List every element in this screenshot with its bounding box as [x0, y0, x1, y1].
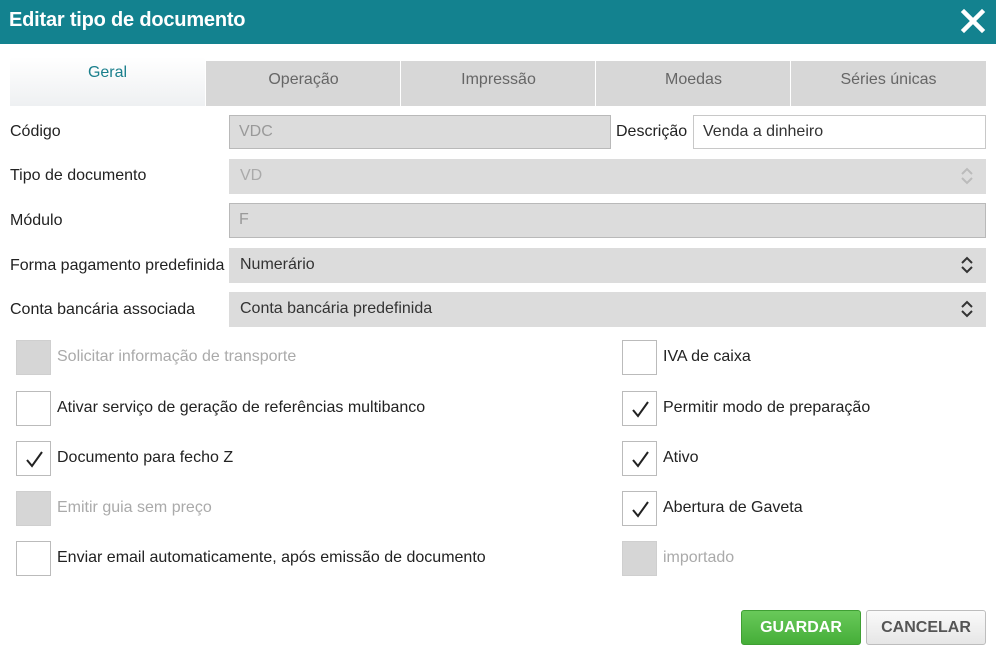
- tab-moedas[interactable]: Moedas: [595, 61, 791, 106]
- checkbox-modo-preparacao[interactable]: [622, 391, 657, 426]
- checkbox-solicitar-transporte: [16, 340, 51, 375]
- updown-chevron-icon: [961, 300, 973, 318]
- tab-geral[interactable]: Geral: [10, 57, 205, 106]
- checkbox-ativo[interactable]: [622, 441, 657, 476]
- checkbox-label: Ativar serviço de geração de referências…: [57, 399, 426, 416]
- checkbox-label: Permitir modo de preparação: [663, 399, 871, 416]
- conta-bancaria-value: Conta bancária predefinida: [240, 300, 433, 317]
- updown-chevron-icon: [961, 167, 973, 185]
- descricao-input[interactable]: Venda a dinheiro: [693, 115, 986, 149]
- checkbox-guia-sem-preco: [16, 491, 51, 526]
- tab-impressao[interactable]: Impressão: [400, 61, 596, 106]
- checkbox-label: Enviar email automaticamente, após emiss…: [57, 549, 486, 566]
- close-icon[interactable]: [960, 8, 986, 34]
- checkmark-icon: [26, 451, 43, 468]
- checkbox-label: Solicitar informação de transporte: [57, 348, 297, 365]
- dialog-title: Editar tipo de documento: [9, 9, 246, 31]
- checkbox-enviar-email[interactable]: [16, 541, 51, 576]
- modulo-field: F: [229, 203, 986, 238]
- checkmark-icon: [632, 501, 649, 518]
- checkbox-label: Emitir guia sem preço: [57, 499, 212, 516]
- tipo-documento-value: VD: [240, 167, 263, 184]
- checkmark-icon: [632, 401, 649, 418]
- forma-pagamento-select[interactable]: Numerário: [229, 248, 986, 283]
- tipo-documento-label: Tipo de documento: [10, 167, 147, 184]
- checkbox-label: importado: [663, 549, 735, 566]
- checkbox-fecho-z[interactable]: [16, 441, 51, 476]
- conta-bancaria-label: Conta bancária associada: [10, 301, 196, 318]
- checkbox-referencias-multibanco[interactable]: [16, 391, 51, 426]
- save-button[interactable]: GUARDAR: [741, 610, 861, 645]
- checkbox-label: Abertura de Gaveta: [663, 499, 803, 516]
- tab-bar: Geral Operação Impressão Moedas Séries ú…: [10, 57, 986, 106]
- checkbox-importado: [622, 541, 657, 576]
- descricao-label: Descrição: [616, 123, 688, 140]
- codigo-label: Código: [10, 123, 61, 140]
- tipo-documento-select: VD: [229, 159, 986, 194]
- checkmark-icon: [632, 451, 649, 468]
- updown-chevron-icon: [961, 256, 973, 274]
- checkbox-label: IVA de caixa: [663, 348, 751, 365]
- checkbox-label: Ativo: [663, 449, 699, 466]
- tab-series-unicas[interactable]: Séries únicas: [790, 61, 986, 106]
- checkbox-label: Documento para fecho Z: [57, 449, 234, 466]
- checkbox-iva-caixa[interactable]: [622, 340, 657, 375]
- tab-operacao[interactable]: Operação: [205, 61, 401, 106]
- forma-pagamento-label: Forma pagamento predefinida: [10, 257, 225, 274]
- cancel-button[interactable]: CANCELAR: [866, 610, 986, 645]
- dialog-titlebar: Editar tipo de documento: [0, 0, 996, 44]
- forma-pagamento-value: Numerário: [240, 256, 315, 273]
- conta-bancaria-select[interactable]: Conta bancária predefinida: [229, 292, 986, 327]
- codigo-field: VDC: [229, 115, 611, 149]
- modulo-label: Módulo: [10, 212, 63, 229]
- checkbox-abertura-gaveta[interactable]: [622, 491, 657, 526]
